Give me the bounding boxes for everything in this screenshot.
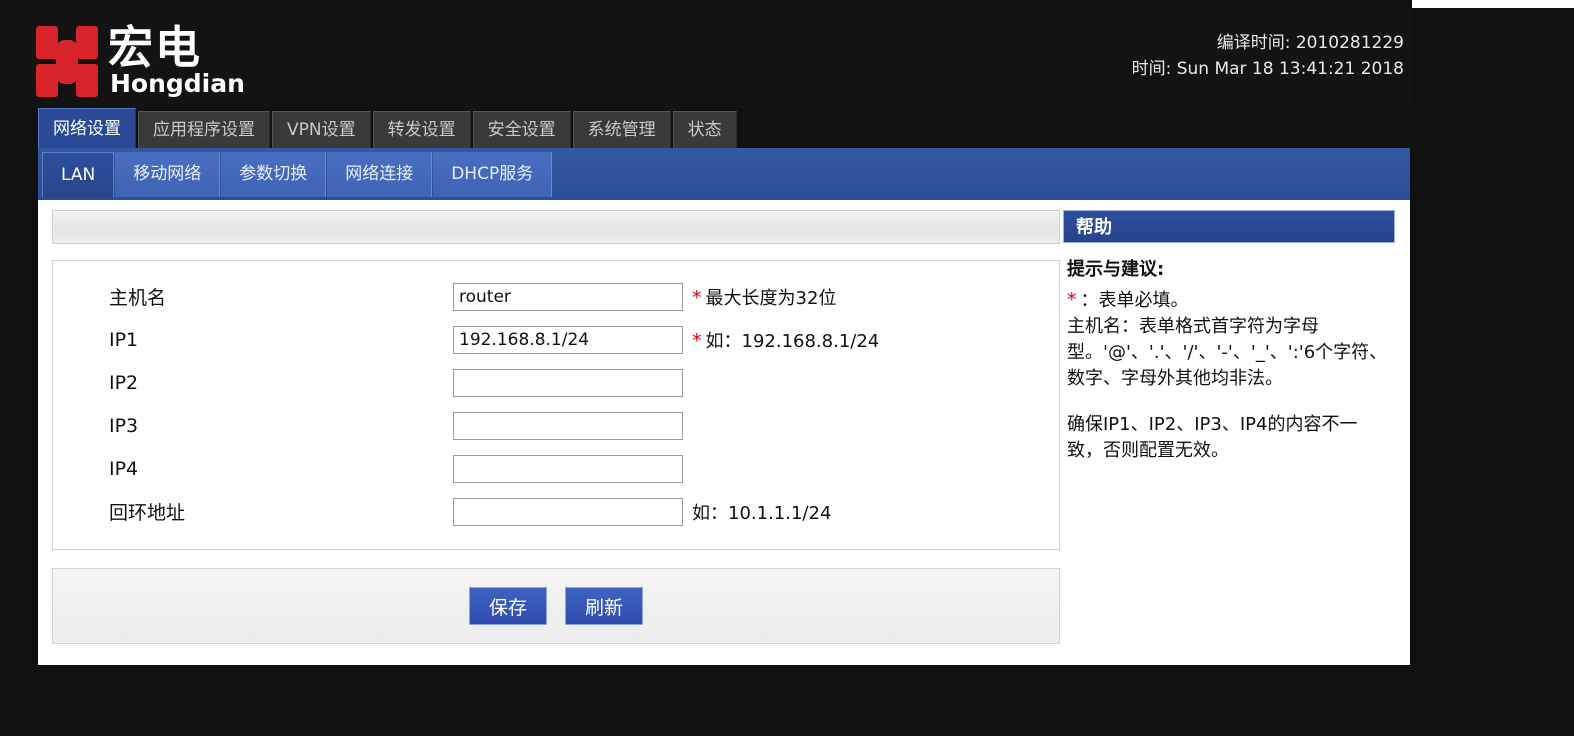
help-required-star: * [1067, 289, 1077, 311]
top-strip-black-cap [0, 0, 1412, 8]
help-heading: 提示与建议: [1067, 259, 1165, 280]
ip1-input[interactable] [453, 325, 683, 354]
tab-status[interactable]: 状态 [672, 111, 737, 148]
label-hostname: 主机名 [109, 287, 167, 309]
hint-loopback: 如：10.1.1.1/24 [692, 502, 832, 524]
logo-chinese-text: 宏电 [108, 21, 203, 74]
help-required-text: ：表单必填。 [1080, 290, 1189, 311]
label-ip4: IP4 [109, 457, 139, 480]
help-ip-rule: 确保IP1、IP2、IP3、IP4的内容不一致，否则配置无效。 [1067, 414, 1358, 461]
help-hostname-rule: 主机名：表单格式首字符为字母型。'@'、'.'、'/'、'-'、'_'、':'6… [1067, 316, 1388, 389]
label-loopback: 回环地址 [109, 502, 186, 524]
ip2-input[interactable] [453, 368, 683, 397]
save-button[interactable]: 保存 [469, 587, 547, 625]
hint-ip1-text: 如：192.168.8.1/24 [705, 330, 880, 352]
build-time-text: 编译时间: 2010281229 [1216, 33, 1404, 53]
header-timestamps: 编译时间: 2010281229 时间: Sun Mar 18 13:41:21… [1132, 30, 1404, 82]
form-action-bar: 保存 刷新 [52, 568, 1060, 644]
loopback-input[interactable] [453, 497, 683, 526]
form-row-ip1: IP1 *如：192.168.8.1/24 [53, 318, 1059, 361]
tab-system-management[interactable]: 系统管理 [572, 111, 671, 148]
form-row-ip2: IP2 [53, 361, 1059, 404]
ip4-input[interactable] [453, 454, 683, 483]
form-row-ip4: IP4 [53, 447, 1059, 490]
subtab-network-connection[interactable]: 网络连接 [327, 151, 433, 197]
hongdian-logo-icon [36, 26, 98, 98]
form-column: 主机名 *最大长度为32位 IP1 *如：192.168.8.1/24 IP2 … [52, 210, 1060, 644]
subtab-dhcp-service[interactable]: DHCP服务 [433, 151, 553, 197]
page-content: 主机名 *最大长度为32位 IP1 *如：192.168.8.1/24 IP2 … [38, 200, 1410, 665]
label-ip2: IP2 [109, 371, 139, 394]
page-header: 宏电 Hongdian 编译时间: 2010281229 时间: Sun Mar… [0, 8, 1412, 108]
help-required-line: * ：表单必填。 [1067, 287, 1393, 314]
tab-application-settings[interactable]: 应用程序设置 [138, 111, 270, 148]
hostname-input[interactable] [453, 282, 683, 311]
help-panel-title: 帮助 [1063, 210, 1395, 243]
tab-vpn-settings[interactable]: VPN设置 [272, 111, 371, 148]
brand-logo: 宏电 Hongdian [36, 21, 245, 102]
logo-latin-text: Hongdian [110, 69, 245, 98]
hint-hostname-text: 最大长度为32位 [705, 287, 837, 309]
required-star-ip1: * [692, 329, 702, 352]
top-strip [0, 0, 1574, 8]
form-row-hostname: 主机名 *最大长度为32位 [53, 275, 1059, 318]
tab-network-settings[interactable]: 网络设置 [38, 108, 136, 148]
sub-tab-bar: LAN 移动网络 参数切换 网络连接 DHCP服务 [38, 148, 1410, 200]
required-star-hostname: * [692, 286, 702, 309]
form-row-loopback: 回环地址 如：10.1.1.1/24 [53, 490, 1059, 533]
label-ip1: IP1 [109, 328, 139, 351]
panel-title-bar [52, 210, 1060, 244]
help-panel-body: 提示与建议: * ：表单必填。 主机名：表单格式首字符为字母型。'@'、'.'、'… [1063, 243, 1395, 464]
ip3-input[interactable] [453, 411, 683, 440]
refresh-button[interactable]: 刷新 [565, 587, 643, 625]
form-row-ip3: IP3 [53, 404, 1059, 447]
hint-hostname: * 最大长度为32位 [692, 284, 836, 310]
app-root: 宏电 Hongdian 编译时间: 2010281229 时间: Sun Mar… [0, 0, 1574, 736]
tab-forwarding-settings[interactable]: 转发设置 [372, 111, 471, 148]
help-spacer [1067, 392, 1393, 412]
subtab-parameter-switch[interactable]: 参数切换 [221, 151, 327, 197]
tab-security-settings[interactable]: 安全设置 [472, 111, 571, 148]
main-tab-bar: 网络设置 应用程序设置 VPN设置 转发设置 安全设置 系统管理 状态 [38, 108, 739, 148]
label-ip3: IP3 [109, 414, 139, 437]
lan-settings-form: 主机名 *最大长度为32位 IP1 *如：192.168.8.1/24 IP2 … [52, 260, 1060, 550]
subtab-lan[interactable]: LAN [42, 151, 115, 197]
current-time-text: 时间: Sun Mar 18 13:41:21 2018 [1131, 59, 1404, 79]
subtab-mobile-network[interactable]: 移动网络 [115, 151, 221, 197]
hint-ip1: * 如：192.168.8.1/24 [692, 327, 879, 353]
help-panel: 帮助 提示与建议: * ：表单必填。 主机名：表单格式首字符为字母型。'@'、'.… [1063, 210, 1395, 464]
